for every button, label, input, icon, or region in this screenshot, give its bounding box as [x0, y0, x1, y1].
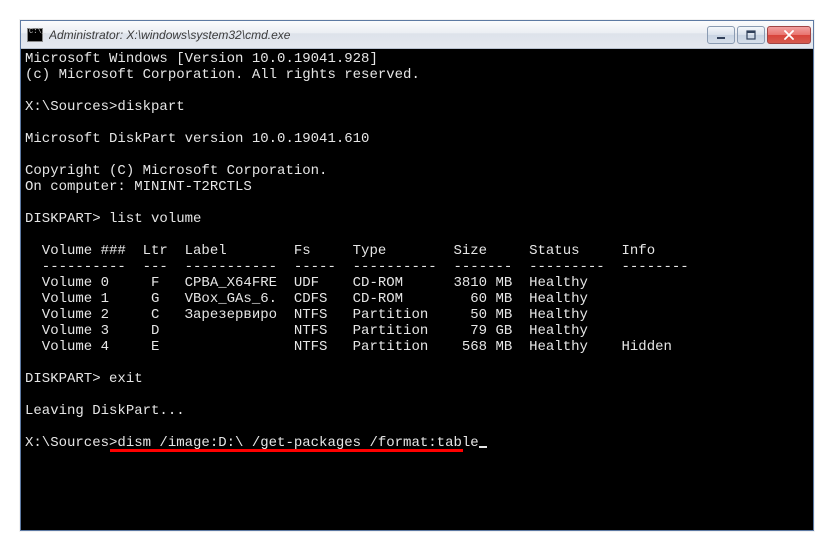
line-20: DISKPART> exit — [25, 371, 143, 387]
line-12: Volume ### Ltr Label Fs Type Size Status… — [25, 243, 655, 259]
close-icon — [783, 30, 795, 40]
line-13: ---------- --- ----------- ----- -------… — [25, 259, 689, 275]
line-1: (c) Microsoft Corporation. All rights re… — [25, 67, 420, 83]
line-8: On computer: MININT-T2RCTLS — [25, 179, 252, 195]
line-10: DISKPART> list volume — [25, 211, 201, 227]
line-17: Volume 3 D NTFS Partition 79 GB Healthy — [25, 323, 588, 339]
minimize-icon — [716, 30, 726, 40]
line-15: Volume 1 G VBox_GAs_6. CDFS CD-ROM 60 MB… — [25, 291, 588, 307]
close-button[interactable] — [767, 26, 811, 44]
line-5: Microsoft DiskPart version 10.0.19041.61… — [25, 131, 369, 147]
maximize-icon — [746, 30, 756, 40]
minimize-button[interactable] — [707, 26, 735, 44]
command-highlight — [110, 449, 463, 452]
line-3: X:\Sources>diskpart — [25, 99, 185, 115]
line-0: Microsoft Windows [Version 10.0.19041.92… — [25, 51, 378, 67]
maximize-button[interactable] — [737, 26, 765, 44]
window-controls — [707, 26, 811, 44]
cmd-icon — [27, 28, 43, 42]
terminal-area[interactable]: Microsoft Windows [Version 10.0.19041.92… — [21, 49, 813, 530]
line-14: Volume 0 F CPBA_X64FRE UDF CD-ROM 3810 M… — [25, 275, 588, 291]
cmd-window: Administrator: X:\windows\system32\cmd.e… — [20, 20, 814, 531]
line-22: Leaving DiskPart... — [25, 403, 185, 419]
window-title: Administrator: X:\windows\system32\cmd.e… — [49, 28, 707, 42]
line-18: Volume 4 E NTFS Partition 568 MB Healthy… — [25, 339, 672, 355]
line-7: Copyright (C) Microsoft Corporation. — [25, 163, 327, 179]
text-cursor — [479, 446, 487, 448]
terminal-output: Microsoft Windows [Version 10.0.19041.92… — [25, 51, 809, 451]
line-16: Volume 2 C Зарезервиро NTFS Partition 50… — [25, 307, 588, 323]
titlebar[interactable]: Administrator: X:\windows\system32\cmd.e… — [21, 21, 813, 49]
